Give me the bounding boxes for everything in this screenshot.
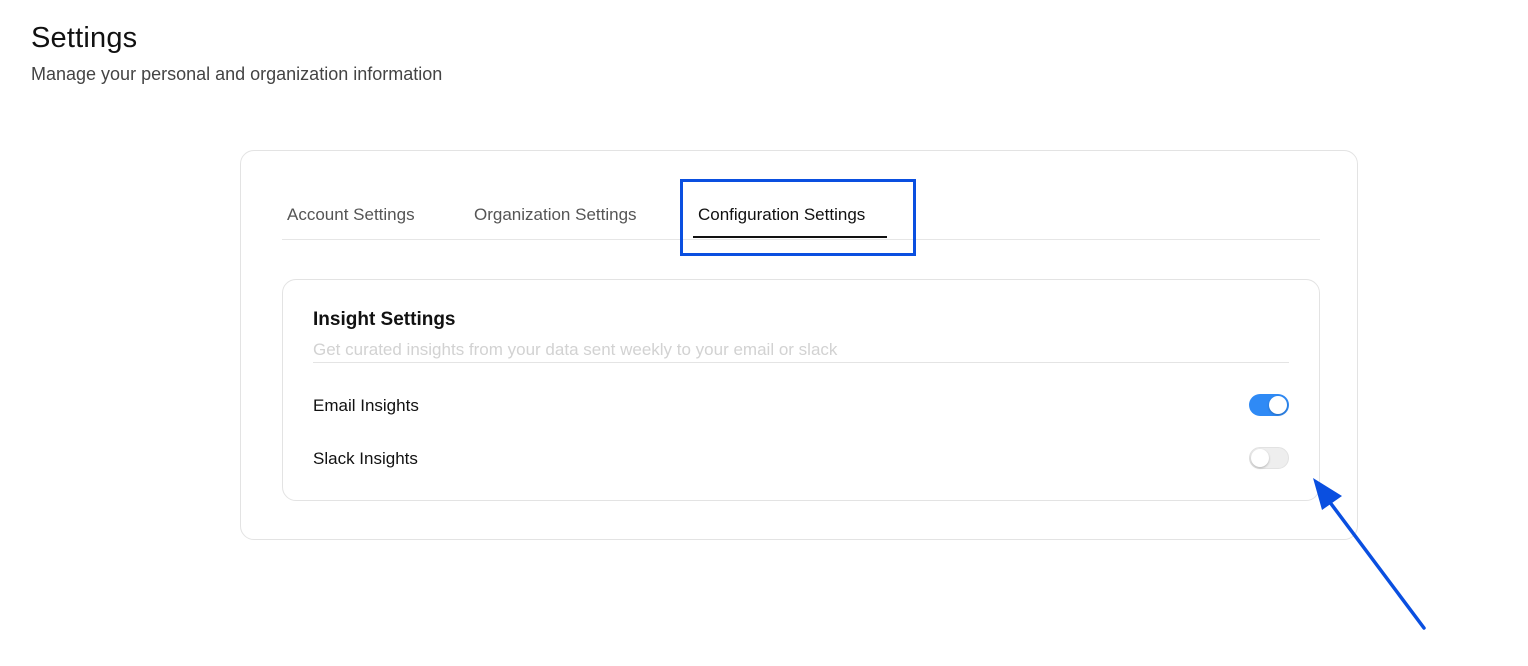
insight-settings-title: Insight Settings: [313, 309, 456, 330]
tab-bar: Account Settings Organization Settings C…: [282, 181, 1320, 240]
tab-organization-settings[interactable]: Organization Settings: [474, 205, 637, 225]
insight-settings-description: Get curated insights from your data sent…: [313, 340, 838, 359]
slack-insights-label: Slack Insights: [313, 449, 418, 468]
email-insights-toggle[interactable]: [1249, 394, 1289, 416]
slack-insights-toggle[interactable]: [1249, 447, 1289, 469]
insight-settings-panel: Insight Settings Get curated insights fr…: [282, 279, 1320, 501]
divider: [313, 362, 1289, 363]
tab-configuration-settings[interactable]: Configuration Settings: [698, 205, 865, 225]
email-insights-label: Email Insights: [313, 396, 419, 415]
page-title: Settings: [31, 22, 138, 54]
tab-account-settings[interactable]: Account Settings: [287, 205, 415, 225]
toggle-knob: [1251, 449, 1269, 467]
settings-card: Account Settings Organization Settings C…: [240, 150, 1358, 540]
toggle-knob: [1269, 396, 1287, 414]
active-tab-indicator: [693, 236, 887, 238]
page-subtitle: Manage your personal and organization in…: [31, 64, 443, 84]
